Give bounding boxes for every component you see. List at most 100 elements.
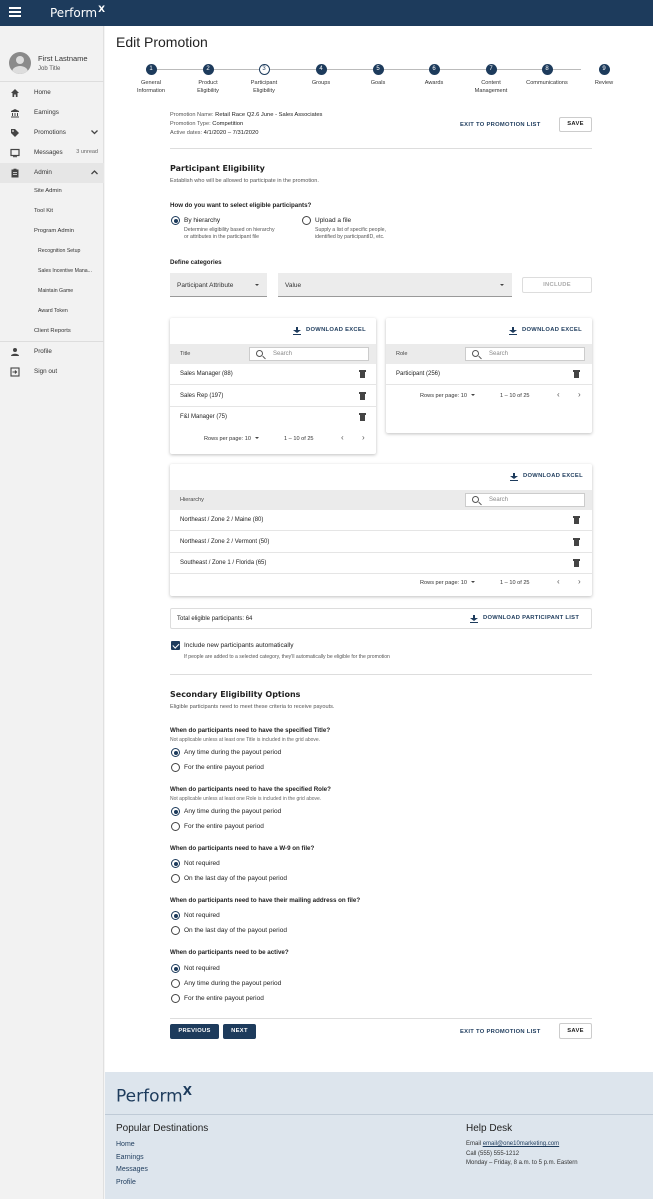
address-not-required-radio[interactable] <box>171 911 180 920</box>
step-product-eligibility[interactable]: 2 Product Eligibility <box>178 64 238 95</box>
radio-label: On the last day of the payout period <box>184 927 287 934</box>
step-communications[interactable]: 8 Communications <box>517 64 577 87</box>
next-page-icon[interactable]: › <box>362 433 365 442</box>
previous-button[interactable]: PREVIOUS <box>170 1024 219 1039</box>
sidebar-subitem-program-admin[interactable]: Program Admin <box>34 228 74 234</box>
previous-page-icon[interactable]: ‹ <box>557 390 560 399</box>
footer-divider <box>105 1114 653 1115</box>
radio-label: For the entire payout period <box>184 995 264 1002</box>
next-page-icon[interactable]: › <box>578 390 581 399</box>
sidebar-item-messages[interactable]: Messages 3 unread <box>0 143 104 163</box>
sidebar-subitem-site-admin[interactable]: Site Admin <box>34 188 62 194</box>
sidebar-item-sign-out[interactable]: Sign out <box>0 362 104 382</box>
delete-icon[interactable] <box>359 370 366 378</box>
footer: PerformX Popular Destinations Home Earni… <box>105 1072 653 1199</box>
clipboard-icon <box>11 168 19 178</box>
title-any-time-radio[interactable] <box>171 748 180 757</box>
hierarchy-table-card: DOWNLOAD EXCEL Hierarchy Search Northeas… <box>170 464 592 596</box>
role-any-time-radio[interactable] <box>171 807 180 816</box>
step-review[interactable]: 9 Review <box>574 64 634 87</box>
participant-attribute-select[interactable]: Participant Attribute <box>170 273 267 297</box>
hamburger-menu-icon[interactable] <box>9 7 21 19</box>
include-button[interactable]: INCLUDE <box>522 277 592 293</box>
rows-per-page-select[interactable]: Rows per page: 10 <box>204 436 259 442</box>
sidebar-item-admin[interactable]: Admin <box>0 163 104 183</box>
role-entire-period-radio[interactable] <box>171 822 180 831</box>
step-content-management[interactable]: 7 Content Management <box>461 64 521 95</box>
previous-page-icon[interactable]: ‹ <box>557 577 560 586</box>
sidebar-item-home[interactable]: Home <box>0 83 104 103</box>
step-participant-eligibility[interactable]: 3 Participant Eligibility <box>234 64 294 95</box>
footer-link-messages[interactable]: Messages <box>116 1166 148 1173</box>
promotion-name: Retail Race Q2.6 June - Sales Associates <box>215 112 323 118</box>
pagination-range: 1 – 10 of 25 <box>284 436 314 442</box>
active-not-required-radio[interactable] <box>171 964 180 973</box>
delete-icon[interactable] <box>573 370 580 378</box>
active-entire-period-radio[interactable] <box>171 994 180 1003</box>
sidebar-subitem-sales-incentive[interactable]: Sales Incentive Mana... <box>38 268 92 274</box>
delete-icon[interactable] <box>573 516 580 524</box>
step-general-information[interactable]: 1 General Information <box>121 64 181 95</box>
step-number: 5 <box>372 64 384 75</box>
step-awards[interactable]: 6 Awards <box>404 64 464 87</box>
promotion-type: Competition <box>212 121 244 127</box>
sidebar-subitem-recognition-setup[interactable]: Recognition Setup <box>38 248 80 254</box>
step-groups[interactable]: 4 Groups <box>291 64 351 87</box>
sidebar-item-label: Home <box>34 89 51 96</box>
delete-icon[interactable] <box>573 559 580 567</box>
table-row: Northeast / Zone 2 / Vermont (50) <box>170 532 592 553</box>
footer-logo: PerformX <box>116 1084 192 1107</box>
w9-not-required-radio[interactable] <box>171 859 180 868</box>
promotion-info: Promotion Name: Retail Race Q2.6 June - … <box>170 112 323 136</box>
next-page-icon[interactable]: › <box>578 577 581 586</box>
footer-link-home[interactable]: Home <box>116 1141 135 1148</box>
popular-destinations-heading: Popular Destinations <box>116 1123 209 1134</box>
sidebar-subitem-tool-kit[interactable]: Tool Kit <box>34 208 53 214</box>
upload-file-label: Upload a file <box>315 217 352 224</box>
delete-icon[interactable] <box>359 413 366 421</box>
radio-label: For the entire payout period <box>184 764 264 771</box>
dropdown-arrow-icon <box>254 437 259 439</box>
promotion-dates: 4/1/2020 – 7/31/2020 <box>203 130 259 136</box>
w9-last-day-radio[interactable] <box>171 874 180 883</box>
title-entire-period-radio[interactable] <box>171 763 180 772</box>
save-button[interactable]: SAVE <box>559 1023 592 1039</box>
sidebar-item-profile[interactable]: Profile <box>0 342 104 362</box>
profile-card[interactable]: First Lastname Job Title <box>0 26 104 82</box>
delete-icon[interactable] <box>359 392 366 400</box>
table-header: Title Search <box>170 344 376 364</box>
promotion-stepper: 1 General Information 2 Product Eligibilit… <box>125 64 625 104</box>
upload-file-radio[interactable] <box>302 216 311 225</box>
title-table-card: DOWNLOAD EXCEL Title Search Sales Manage… <box>170 318 376 454</box>
delete-icon[interactable] <box>573 538 580 546</box>
rows-per-page-select[interactable]: Rows per page: 10 <box>420 393 475 399</box>
rows-per-page-select[interactable]: Rows per page: 10 <box>420 580 475 586</box>
sidebar-item-earnings[interactable]: Earnings <box>0 103 104 123</box>
sidebar-item-promotions[interactable]: Promotions <box>0 123 104 143</box>
footer-link-earnings[interactable]: Earnings <box>116 1154 144 1161</box>
help-email-link[interactable]: email@one10marketing.com <box>483 1141 559 1147</box>
sidebar-subitem-award-token[interactable]: Award Token <box>38 308 68 314</box>
step-label: Goals <box>370 80 386 86</box>
value-select[interactable]: Value <box>278 273 512 297</box>
app-logo[interactable]: PerformX <box>50 5 105 20</box>
step-number: 8 <box>541 64 553 75</box>
previous-page-icon[interactable]: ‹ <box>341 433 344 442</box>
save-button[interactable]: SAVE <box>559 117 592 132</box>
title-search-input[interactable]: Search <box>249 347 369 361</box>
exit-to-promotion-list-link[interactable]: EXIT TO PROMOTION LIST <box>460 122 541 128</box>
include-new-participants-checkbox[interactable] <box>171 641 180 650</box>
sidebar-subitem-client-reports[interactable]: Client Reports <box>34 328 71 334</box>
hierarchy-search-input[interactable]: Search <box>465 493 585 507</box>
active-any-time-radio[interactable] <box>171 979 180 988</box>
exit-to-promotion-list-link[interactable]: EXIT TO PROMOTION LIST <box>460 1029 541 1035</box>
next-button[interactable]: NEXT <box>223 1024 256 1039</box>
sidebar-subitem-maintain-game[interactable]: Maintain Game <box>38 288 73 294</box>
footer-link-profile[interactable]: Profile <box>116 1179 136 1186</box>
address-last-day-radio[interactable] <box>171 926 180 935</box>
step-goals[interactable]: 5 Goals <box>348 64 408 87</box>
role-search-input[interactable]: Search <box>465 347 585 361</box>
by-hierarchy-radio[interactable] <box>171 216 180 225</box>
role-table-card: DOWNLOAD EXCEL Role Search Participant (… <box>386 318 592 433</box>
pagination-range: 1 – 10 of 25 <box>500 393 530 399</box>
